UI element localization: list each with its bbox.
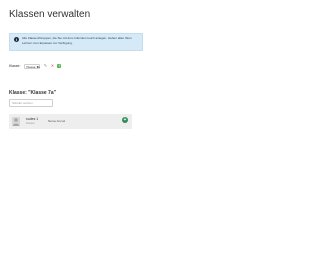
avatar-icon: [12, 117, 20, 126]
student-subtext: Klassen: [26, 122, 35, 125]
info-icon: i: [14, 37, 19, 42]
student-card[interactable]: sudes 1 Klassen Name Anmel +: [9, 114, 132, 129]
class-heading: Klasse: "Klasse 7a": [9, 90, 56, 96]
class-select[interactable]: Klasse 7a ▾: [24, 63, 41, 69]
add-icon[interactable]: +: [57, 64, 62, 68]
plus-icon[interactable]: +: [122, 117, 128, 123]
class-label: Klasse:: [9, 64, 21, 68]
delete-icon[interactable]: ✕: [50, 64, 54, 68]
page: Klassen verwalten i Alle Klassen/Gruppen…: [0, 0, 300, 257]
student-role: Name Anmel: [48, 119, 66, 123]
info-alert: i Alle Klassen/Gruppen, die Sie mit dem …: [9, 33, 143, 51]
student-name: sudes 1: [26, 117, 39, 121]
page-title: Klassen verwalten: [9, 9, 91, 20]
edit-icon[interactable]: ✎: [43, 64, 47, 68]
student-search-input[interactable]: [9, 99, 53, 107]
class-selector-row: Klasse: Klasse 7a ▾ ✎ ✕ +: [9, 63, 62, 69]
chevron-down-icon: ▾: [36, 64, 39, 69]
info-text: Alle Klassen/Gruppen, die Sie mit dem In…: [22, 36, 132, 45]
